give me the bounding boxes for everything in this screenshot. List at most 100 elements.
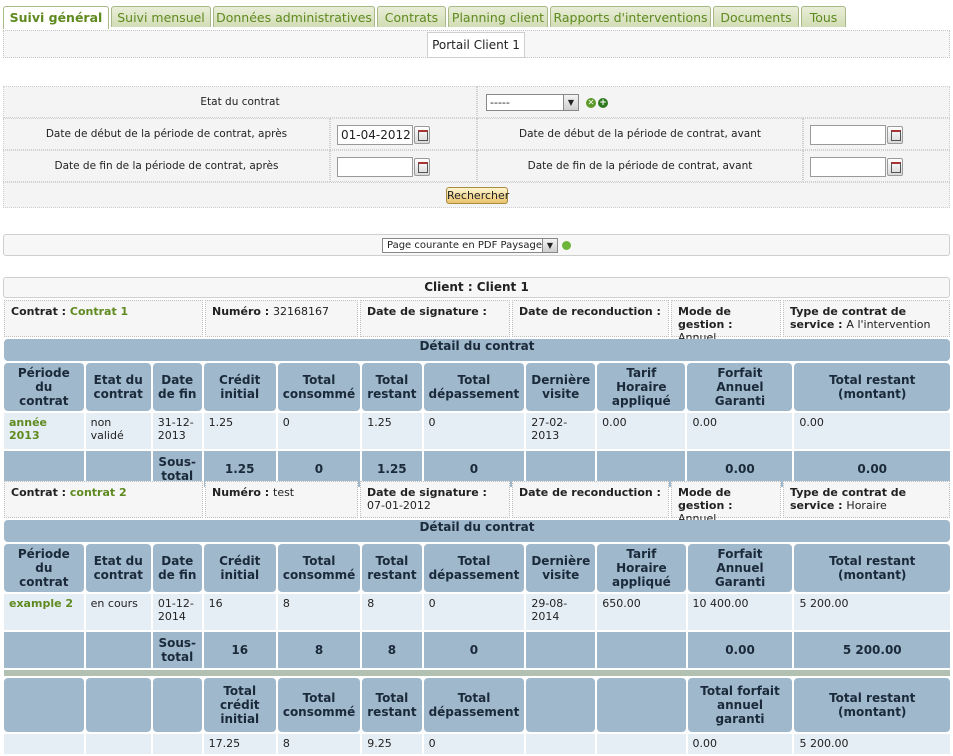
table-cell: 0.00 [597,413,686,449]
calendar-icon[interactable] [414,158,430,176]
debut-apres-input[interactable]: 01-04-2012 [337,125,413,145]
contract-info-type: Type de contrat de service : A l'interve… [783,300,950,337]
total-cell: 0 [423,734,525,754]
chevron-down-icon[interactable]: ▼ [542,239,557,252]
debut-avant-label: Date de début de la période de contrat, … [477,118,803,150]
add-icon[interactable]: + [598,98,608,108]
contract-link[interactable]: Contrat 1 [70,305,128,318]
subtotal-cell: 0 [423,632,525,668]
col-header: Crédit initial [203,363,276,411]
subtotal-row: Sous-total 16 8 8 0 0.00 5 200.00 [4,632,950,668]
table-cell: 0 [423,413,525,449]
col-header: Etat du contrat [85,363,151,411]
etat-cell: ----- ▼ ✕ + [477,86,950,118]
totals-row: 17.25 8 9.25 0 0.00 5 200.00 [4,734,950,754]
total-cell: 9.25 [362,734,422,754]
tab-suivi-general[interactable]: Suivi général [3,6,109,29]
col-header: Total consommé [277,363,361,411]
col-header: Total dépassement [423,544,525,592]
search-row: Rechercher [3,182,950,208]
col-header: Tarif Horaire appliqué [597,544,686,592]
table-cell: 1.25 [203,413,276,449]
export-select[interactable]: Page courante en PDF Paysage ▼ [382,238,558,253]
col-header: Période du contrat [4,363,84,411]
table-cell: 0.00 [687,413,793,449]
search-button[interactable]: Rechercher [446,187,509,204]
detail-title: Détail du contrat [4,520,950,542]
reset-icon[interactable]: ✕ [586,98,596,108]
subtotal-cell: 8 [362,632,422,668]
period-link[interactable]: example 2 [4,594,84,630]
fin-avant-label: Date de fin de la période de contrat, av… [477,150,803,182]
table-cell: non validé [85,413,151,449]
table-cell: 1.25 [362,413,422,449]
col-header: Total restant [362,363,422,411]
table-cell: 0.00 [794,413,950,449]
col-header: Forfait Annuel Garanti [687,363,793,411]
col-header: Total dépassement [423,678,525,732]
divider [4,670,950,676]
chevron-down-icon[interactable]: ▼ [563,95,578,110]
col-header: Etat du contrat [85,544,151,592]
calendar-icon[interactable] [887,158,903,176]
contract-info-mode: Mode de gestion : Annuel [671,481,781,525]
col-header: Crédit initial [203,544,276,592]
table-cell: 10 400.00 [687,594,793,630]
col-header: Tarif Horaire appliqué [597,363,686,411]
table-row: année 2013 non validé 31-12-2013 1.25 0 … [4,413,950,449]
export-go-icon[interactable] [562,241,571,250]
contract-info-signature: Date de signature : 07-01-2012 [360,481,510,518]
table-cell: en cours [85,594,151,630]
calendar-icon[interactable] [414,126,430,144]
debut-avant-input[interactable] [810,125,886,145]
col-header: Date de fin [152,363,202,411]
col-header: Total restant (montant) [794,363,950,411]
tab-rapports-interventions[interactable]: Rapports d'interventions [550,6,711,27]
subtotal-cell: 0.00 [687,632,793,668]
tab-donnees-administratives[interactable]: Données administratives [213,6,375,27]
totals-header-row: Total crédit initial Total consommé Tota… [4,678,950,732]
tab-contrats[interactable]: Contrats [377,6,446,27]
etat-label: Etat du contrat [3,86,477,118]
contract-info-signature: Date de signature : [360,300,510,337]
table-row: example 2 en cours 01-12-2014 16 8 8 0 2… [4,594,950,630]
period-link[interactable]: année 2013 [4,413,84,449]
col-header: Forfait Annuel Garanti [687,544,793,592]
fin-avant-input[interactable] [810,157,886,177]
tab-suivi-mensuel[interactable]: Suivi mensuel [111,6,211,27]
debut-avant-cell [803,118,950,150]
subtotal-cell: 16 [203,632,276,668]
table-cell: 0 [423,594,525,630]
subtotal-cell: 8 [277,632,361,668]
total-cell: 0.00 [687,734,793,754]
col-header: Total restant [362,544,422,592]
table-cell: 5 200.00 [794,594,950,630]
tab-planning-client[interactable]: Planning client [448,6,548,27]
col-header: Dernière visite [526,363,596,411]
etat-select[interactable]: ----- ▼ [486,94,579,111]
contract-info-name: Contrat : contrat 2 [4,481,203,518]
col-header: Total forfait annuel garanti [687,678,793,732]
debut-apres-cell: 01-04-2012 [330,118,477,150]
contract-link[interactable]: contrat 2 [70,486,127,499]
table-cell: 0 [277,413,361,449]
contract-info-reconduction: Date de reconduction : [512,481,669,518]
table-cell: 29-08-2014 [526,594,596,630]
table-cell: 8 [277,594,361,630]
table-cell: 01-12-2014 [152,594,202,630]
col-header: Total restant (montant) [794,678,950,732]
fin-avant-cell [803,150,950,182]
calendar-icon[interactable] [887,126,903,144]
detail-title: Détail du contrat [4,339,950,361]
table-cell: 31-12-2013 [152,413,202,449]
fin-apres-cell [330,150,477,182]
table-cell: 27-02-2013 [526,413,596,449]
table-cell: 650.00 [597,594,686,630]
tab-tous[interactable]: Tous [801,6,846,27]
contract-table-2: Période du contrat Etat du contrat Date … [2,542,952,756]
col-header: Total consommé [277,678,361,732]
col-header: Total restant (montant) [794,544,950,592]
contract-info-name: Contrat : Contrat 1 [4,300,203,337]
fin-apres-input[interactable] [337,157,413,177]
tab-documents[interactable]: Documents [713,6,799,27]
